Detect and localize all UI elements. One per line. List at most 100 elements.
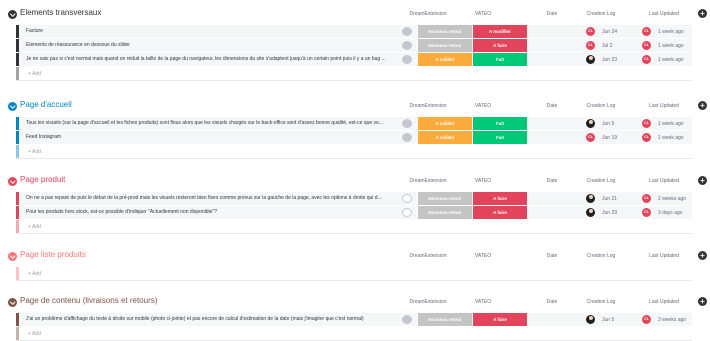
column-header-date[interactable]: Date: [530, 178, 574, 184]
column-header-updated[interactable]: Last Updated: [638, 253, 690, 259]
table-row[interactable]: On ne a pas reparé de puis le début de l…: [16, 192, 692, 205]
column-header-date[interactable]: Date: [530, 253, 574, 259]
updater-avatar[interactable]: CL: [642, 194, 651, 203]
column-header-clog[interactable]: Creation Log: [580, 11, 622, 17]
status-vateo[interactable]: A faire: [472, 39, 527, 52]
item-name[interactable]: On ne a pas reparé de puis le début de l…: [26, 195, 404, 201]
column-header-updated[interactable]: Last Updated: [638, 299, 690, 305]
column-header-vateo[interactable]: VATEO: [456, 11, 510, 17]
status-dreamextension[interactable]: Nouveau retour: [417, 313, 472, 326]
item-name[interactable]: Elements de réassurance en dessous du sl…: [26, 42, 404, 48]
updates-bubble-icon[interactable]: [402, 119, 412, 128]
updates-bubble-icon[interactable]: [402, 55, 412, 64]
add-column-icon[interactable]: +: [698, 176, 707, 185]
updater-avatar[interactable]: CL: [642, 315, 651, 324]
creator-avatar[interactable]: CL: [586, 27, 595, 36]
table-row[interactable]: Feed Instagram A valider Fait CL Jun 19 CL 1 w…: [16, 131, 692, 144]
status-vateo[interactable]: A faire: [472, 192, 527, 205]
updates-bubble-icon[interactable]: [402, 133, 412, 142]
add-item-row[interactable]: + Add: [16, 145, 692, 159]
column-header-updated[interactable]: Last Updated: [638, 178, 690, 184]
chevron-down-icon[interactable]: [8, 177, 17, 186]
chevron-down-icon[interactable]: [8, 298, 17, 307]
column-header-dream[interactable]: DreamExtension: [401, 253, 455, 259]
column-header-vateo[interactable]: VATEO: [456, 299, 510, 305]
status-vateo[interactable]: Fait: [472, 53, 527, 66]
status-vateo[interactable]: A faire: [472, 313, 527, 326]
add-column-icon[interactable]: +: [698, 251, 707, 260]
chevron-down-icon[interactable]: [8, 102, 17, 111]
table-row[interactable]: J'ai un problème d'affichage du texte à …: [16, 313, 692, 326]
group-title[interactable]: Page produit: [20, 175, 65, 184]
updater-avatar[interactable]: CL: [642, 55, 651, 64]
status-dreamextension[interactable]: Nouveau retour: [417, 25, 472, 38]
column-header-clog[interactable]: Creation Log: [580, 178, 622, 184]
group-title[interactable]: Page liste produits: [20, 250, 86, 259]
creator-avatar[interactable]: [586, 315, 595, 324]
status-dreamextension[interactable]: Nouveau retour: [417, 206, 472, 219]
item-name[interactable]: Pour les produits hors stock, est-ce pos…: [26, 209, 404, 215]
column-header-updated[interactable]: Last Updated: [638, 11, 690, 17]
status-vateo[interactable]: Fait: [472, 117, 527, 130]
status-dreamextension[interactable]: A valider: [417, 117, 472, 130]
item-name[interactable]: Tous les visuels (sur la page d'accueil …: [26, 120, 404, 126]
add-item-label[interactable]: + Add: [28, 149, 41, 155]
chevron-down-icon[interactable]: [8, 10, 17, 19]
column-header-dream[interactable]: DreamExtension: [401, 178, 455, 184]
table-row[interactable]: Je ne sais pas si c'est normal mais quan…: [16, 53, 692, 66]
updater-avatar[interactable]: CL: [642, 208, 651, 217]
column-header-vateo[interactable]: VATEO: [456, 253, 510, 259]
updates-bubble-icon[interactable]: [402, 41, 412, 50]
updater-avatar[interactable]: CL: [642, 119, 651, 128]
updater-avatar[interactable]: CL: [642, 41, 651, 50]
status-dreamextension[interactable]: A valider: [417, 131, 472, 144]
updater-avatar[interactable]: CL: [642, 133, 651, 142]
table-row[interactable]: Tous les visuels (sur la page d'accueil …: [16, 117, 692, 130]
chevron-down-icon[interactable]: [8, 252, 17, 261]
add-column-icon[interactable]: +: [698, 297, 707, 306]
add-item-row[interactable]: + Add: [16, 67, 692, 81]
column-header-vateo[interactable]: VATEO: [456, 103, 510, 109]
status-vateo[interactable]: A modifier: [472, 25, 527, 38]
add-item-label[interactable]: + Add: [28, 71, 41, 77]
status-dreamextension[interactable]: Nouveau retour: [417, 39, 472, 52]
item-name[interactable]: Je ne sais pas si c'est normal mais quan…: [26, 56, 404, 62]
column-header-dream[interactable]: DreamExtension: [401, 103, 455, 109]
add-column-icon[interactable]: +: [698, 101, 707, 110]
item-name[interactable]: Feed Instagram: [26, 134, 404, 140]
add-column-icon[interactable]: +: [698, 9, 707, 18]
column-header-dream[interactable]: DreamExtension: [401, 11, 455, 17]
add-item-label[interactable]: + Add: [28, 224, 41, 230]
group-title[interactable]: Elements transversaux: [20, 8, 101, 17]
table-row[interactable]: Pour les produits hors stock, est-ce pos…: [16, 206, 692, 219]
creator-avatar[interactable]: [586, 194, 595, 203]
column-header-clog[interactable]: Creation Log: [580, 299, 622, 305]
column-header-date[interactable]: Date: [530, 103, 574, 109]
column-header-date[interactable]: Date: [530, 11, 574, 17]
group-title[interactable]: Page d'accueil: [20, 100, 72, 109]
add-item-row[interactable]: + Add: [16, 220, 692, 234]
item-name[interactable]: Facture: [26, 28, 404, 34]
status-dreamextension[interactable]: A valider: [417, 53, 472, 66]
updater-avatar[interactable]: CL: [642, 27, 651, 36]
column-header-updated[interactable]: Last Updated: [638, 103, 690, 109]
updates-bubble-icon[interactable]: [402, 208, 412, 217]
column-header-clog[interactable]: Creation Log: [580, 103, 622, 109]
status-dreamextension[interactable]: Nouveau retour: [417, 192, 472, 205]
column-header-dream[interactable]: DreamExtension: [401, 299, 455, 305]
column-header-clog[interactable]: Creation Log: [580, 253, 622, 259]
status-vateo[interactable]: Fait: [472, 131, 527, 144]
column-header-vateo[interactable]: VATEO: [456, 178, 510, 184]
add-item-label[interactable]: + Add: [28, 331, 41, 337]
creator-avatar[interactable]: [586, 119, 595, 128]
creator-avatar[interactable]: [586, 55, 595, 64]
creator-avatar[interactable]: [586, 208, 595, 217]
add-item-label[interactable]: + Add: [28, 271, 41, 277]
table-row[interactable]: Elements de réassurance en dessous du sl…: [16, 39, 692, 52]
table-row[interactable]: Facture Nouveau retour A modifier CL Jun 24 C…: [16, 25, 692, 38]
creator-avatar[interactable]: CL: [586, 133, 595, 142]
status-vateo[interactable]: A faire: [472, 206, 527, 219]
updates-bubble-icon[interactable]: [402, 27, 412, 36]
updates-bubble-icon[interactable]: [402, 194, 412, 203]
group-title[interactable]: Page de contenu (livraisons et retours): [20, 296, 157, 305]
